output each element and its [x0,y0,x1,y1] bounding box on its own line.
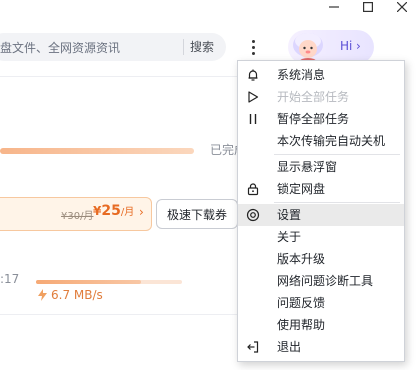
progress-fill [0,148,194,154]
menu-item-label: 暂停全部任务 [277,112,350,126]
discount-price: ¥25/月 [93,203,134,219]
menu-item-pause-all[interactable]: 暂停全部任务 [238,108,404,130]
menu-item-feedback[interactable]: 问题反馈 [238,292,404,314]
minimize-button[interactable] [317,0,351,14]
progress-bar [0,148,194,154]
divider [0,76,240,77]
speed-text: 6.7 MB/s [51,288,103,302]
menu-item-settings[interactable]: 设置 [238,204,404,226]
divider [0,314,240,315]
context-menu: 系统消息 开始全部任务 暂停全部任务 本次传输完自动关机 显示悬浮窗 锁定网盘 … [237,60,405,362]
menu-item-help[interactable]: 使用帮助 [238,314,404,336]
window-controls [317,0,419,14]
menu-item-label: 使用帮助 [277,318,326,332]
chevron-right-icon: › [356,39,361,53]
progress-fill [36,280,142,284]
greeting-text: Hi [340,39,353,53]
lock-icon [247,183,259,196]
menu-item-system-messages[interactable]: 系统消息 [238,64,404,86]
close-icon [397,2,407,12]
menu-item-exit[interactable]: 退出 [238,336,404,358]
search-input[interactable]: 盘文件、全网资源资讯 搜索 [0,33,226,61]
menu-item-label: 系统消息 [277,68,326,82]
exit-icon [247,341,259,353]
speed-ticket-button[interactable]: 极速下载券 [156,199,238,229]
menu-item-label: 网络问题诊断工具 [277,274,374,288]
settings-icon [246,208,260,222]
play-icon [248,91,259,103]
menu-item-label: 问题反馈 [277,296,326,310]
minimize-icon [329,6,339,8]
menu-item-lock-drive[interactable]: 锁定网盘 [238,178,404,200]
pause-icon [249,114,257,124]
search-button[interactable]: 搜索 [182,39,214,55]
transfer-speed: 6.7 MB/s [38,288,103,302]
original-price: ¥30/月 [61,211,94,222]
menu-separator [274,154,400,155]
progress-bar [36,280,182,284]
bell-icon [248,69,258,81]
more-menu-button[interactable] [244,36,262,58]
menu-item-label: 本次传输完自动关机 [277,134,386,148]
price-value: 25 [101,203,121,219]
menu-item-label: 设置 [277,208,302,222]
menu-item-network-diagnosis[interactable]: 网络问题诊断工具 [238,270,404,292]
remaining-time: :17 [0,272,20,286]
lightning-icon [38,289,47,301]
more-dot-icon [251,45,255,49]
menu-item-label: 关于 [277,230,302,244]
menu-separator [274,202,400,203]
menu-item-upgrade[interactable]: 版本升级 [238,248,404,270]
menu-item-auto-shutdown[interactable]: 本次传输完自动关机 [238,130,404,152]
menu-item-label: 显示悬浮窗 [277,160,338,174]
close-button[interactable] [385,0,419,14]
user-avatar-pill[interactable]: Hi › [288,30,374,64]
menu-item-floating-window[interactable]: 显示悬浮窗 [238,156,404,178]
chevron-right-icon: › [139,205,144,219]
maximize-button[interactable] [351,0,385,14]
menu-item-start-all[interactable]: 开始全部任务 [238,86,404,108]
menu-item-label: 版本升级 [277,252,326,266]
more-dot-icon [251,51,255,55]
avatar [293,33,323,64]
price-unit: /月 [120,207,135,218]
more-dot-icon [251,39,255,43]
menu-item-label: 锁定网盘 [277,182,326,196]
maximize-icon [363,2,373,12]
menu-item-label: 开始全部任务 [277,90,350,104]
search-placeholder: 盘文件、全网资源资讯 [0,40,121,55]
menu-item-label: 退出 [277,340,302,354]
vip-offer-card[interactable]: ¥30/月 ¥25/月 › [0,197,152,231]
menu-item-about[interactable]: 关于 [238,226,404,248]
